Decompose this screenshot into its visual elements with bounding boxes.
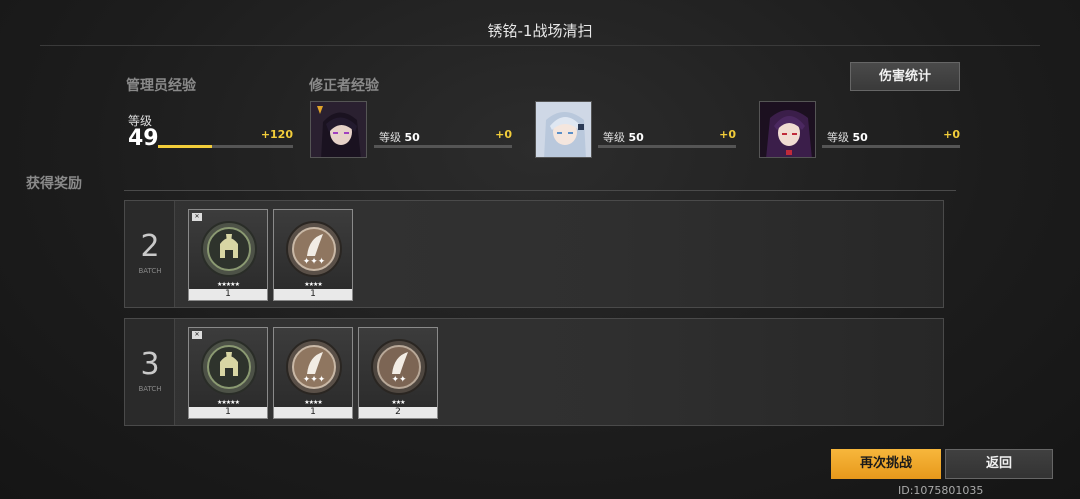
batch-row-3: 3 BATCH ✕ ★★★★★ 1 ✦✦✦ ★★★★ 1 ✦✦ ★★★ 2 (124, 318, 944, 426)
svg-text:✦✦✦: ✦✦✦ (303, 375, 326, 385)
character-avatar-1 (311, 102, 366, 157)
admin-exp-heading: 管理员经验 (126, 78, 196, 94)
corrector-exp-heading: 修正者经验 (309, 78, 379, 94)
character-portrait-2 (535, 101, 592, 158)
reward-item[interactable]: ✕ ★★★★★ 1 (188, 327, 268, 419)
rewards-heading: 获得奖励 (26, 176, 82, 192)
character-exp-bar-2 (598, 145, 736, 148)
batch-row-2: 2 BATCH ✕ ★★★★★ 1 ✦✦✦ ★★★★ 1 (124, 200, 944, 308)
rewards-divider (124, 190, 956, 191)
character-exp-gain-3: +0 (943, 128, 960, 141)
character-level-value-3: 50 (852, 131, 868, 144)
character-exp-gain-1: +0 (495, 128, 512, 141)
character-portrait-3 (759, 101, 816, 158)
character-exp-gain-2: +0 (719, 128, 736, 141)
batch-word-3: BATCH (138, 385, 162, 393)
item-stars: ★★★★ (304, 399, 323, 406)
reward-item[interactable]: ✦✦ ★★★ 2 (358, 327, 438, 419)
page-title: 锈铭-1战场清扫 (487, 22, 593, 40)
reward-item[interactable]: ✦✦✦ ★★★★ 1 (273, 327, 353, 419)
item-count: 1 (189, 289, 267, 300)
item-count: 2 (359, 407, 437, 418)
character-avatar-3 (760, 102, 815, 157)
character-level-value-1: 50 (404, 131, 420, 144)
back-button[interactable]: 返回 (945, 449, 1053, 479)
item-count: 1 (189, 407, 267, 418)
reward-item[interactable]: ✦✦✦ ★★★★ 1 (273, 209, 353, 301)
admin-exp-bar-fill (158, 145, 212, 148)
damage-stats-button[interactable]: 伤害统计 (850, 62, 960, 91)
character-avatar-2 (536, 102, 591, 157)
character-level-label-3: 等级 (827, 131, 849, 144)
item-stars: ★★★★★ (217, 281, 240, 288)
feather-medal-icon: ✦✦✦ (286, 339, 342, 395)
item-count: 1 (274, 289, 352, 300)
item-stars: ★★★★ (304, 281, 323, 288)
batch-number-2: 2 (140, 229, 160, 264)
batch-word-2: BATCH (138, 267, 162, 275)
svg-text:✦✦✦: ✦✦✦ (303, 257, 326, 267)
retry-button[interactable]: 再次挑战 (831, 449, 941, 479)
character-level-label-2: 等级 (603, 131, 625, 144)
feather-medal-icon: ✦✦ (371, 339, 427, 395)
batch-number-3: 3 (140, 347, 160, 382)
character-level-value-2: 50 (628, 131, 644, 144)
title-bar: 锈铭-1战场清扫 (40, 0, 1040, 46)
helmet-medal-icon (201, 221, 257, 277)
character-exp-bar-1 (374, 145, 512, 148)
item-stars: ★★★ (391, 399, 405, 406)
character-portrait-1 (310, 101, 367, 158)
batch-number-box-2: 2 BATCH (125, 201, 175, 307)
character-level-label-1: 等级 (379, 131, 401, 144)
character-level-3: 等级 50 (827, 129, 868, 145)
character-exp-bar-3 (822, 145, 960, 148)
character-level-1: 等级 50 (379, 129, 420, 145)
helmet-medal-icon (201, 339, 257, 395)
reward-item[interactable]: ✕ ★★★★★ 1 (188, 209, 268, 301)
item-stars: ★★★★★ (217, 399, 240, 406)
admin-exp-bar (158, 145, 293, 148)
item-count: 1 (274, 407, 352, 418)
character-level-2: 等级 50 (603, 129, 644, 145)
admin-exp-gain: +120 (260, 128, 293, 141)
user-id: ID:1075801035 (898, 484, 984, 497)
admin-level-value: 49 (128, 126, 159, 151)
batch-number-box-3: 3 BATCH (125, 319, 175, 425)
feather-medal-icon: ✦✦✦ (286, 221, 342, 277)
svg-text:✦✦: ✦✦ (391, 375, 407, 385)
